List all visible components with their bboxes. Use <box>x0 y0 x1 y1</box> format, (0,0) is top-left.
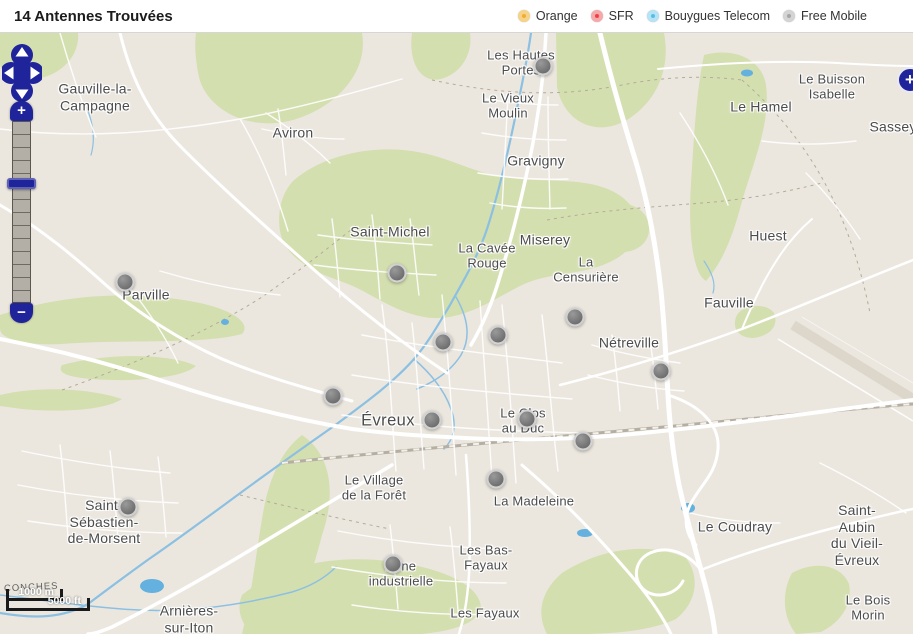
antenna-marker-10[interactable] <box>518 410 537 429</box>
antenna-marker-3[interactable] <box>388 264 407 283</box>
legend-item-sfr: SFR <box>591 9 634 23</box>
zoom-slider-handle[interactable] <box>7 178 36 189</box>
antenna-marker-7[interactable] <box>652 362 671 381</box>
legend-label: Bouygues Telecom <box>665 9 770 23</box>
antenna-marker-4[interactable] <box>566 308 585 327</box>
pan-compass[interactable] <box>2 43 42 103</box>
antenna-marker-9[interactable] <box>423 411 442 430</box>
legend-item-orange: Orange <box>518 9 578 23</box>
zoom-slider: + − <box>8 101 36 325</box>
antenna-marker-1[interactable] <box>534 57 553 76</box>
header: 14 Antennes Trouvées Orange SFR Bouygues… <box>0 0 913 33</box>
legend-item-free: Free Mobile <box>783 9 867 23</box>
bouygues-dot-icon <box>647 10 659 22</box>
antenna-marker-11[interactable] <box>574 432 593 451</box>
sfr-dot-icon <box>591 10 603 22</box>
antenna-marker-6[interactable] <box>489 326 508 345</box>
legend-item-bouygues: Bouygues Telecom <box>647 9 770 23</box>
antenna-marker-14[interactable] <box>384 555 403 574</box>
antenna-marker-2[interactable] <box>116 273 135 292</box>
page-title: 14 Antennes Trouvées <box>14 8 173 25</box>
legend-label: SFR <box>609 9 634 23</box>
free-dot-icon <box>783 10 795 22</box>
antenna-marker-13[interactable] <box>119 498 138 517</box>
map-scale: 1000 m 5000 ft <box>6 589 90 611</box>
legend-label: Orange <box>536 9 578 23</box>
zoom-out-button[interactable]: − <box>10 303 33 323</box>
zoom-slider-track[interactable] <box>12 121 31 303</box>
antenna-marker-5[interactable] <box>434 333 453 352</box>
map-artwork <box>0 33 913 634</box>
carrier-legend: Orange SFR Bouygues Telecom Free Mobile <box>518 9 913 23</box>
orange-dot-icon <box>518 10 530 22</box>
antenna-finder-app: 14 Antennes Trouvées Orange SFR Bouygues… <box>0 0 913 634</box>
zoom-in-button[interactable]: + <box>10 101 33 121</box>
scale-imperial-bar: 5000 ft <box>6 598 90 611</box>
antenna-marker-12[interactable] <box>487 470 506 489</box>
map-canvas[interactable]: Gauville-la- CampagneAvironLes Hautes Po… <box>0 33 913 634</box>
antenna-marker-8[interactable] <box>324 387 343 406</box>
scale-imperial-label: 5000 ft <box>48 595 81 607</box>
legend-label: Free Mobile <box>801 9 867 23</box>
